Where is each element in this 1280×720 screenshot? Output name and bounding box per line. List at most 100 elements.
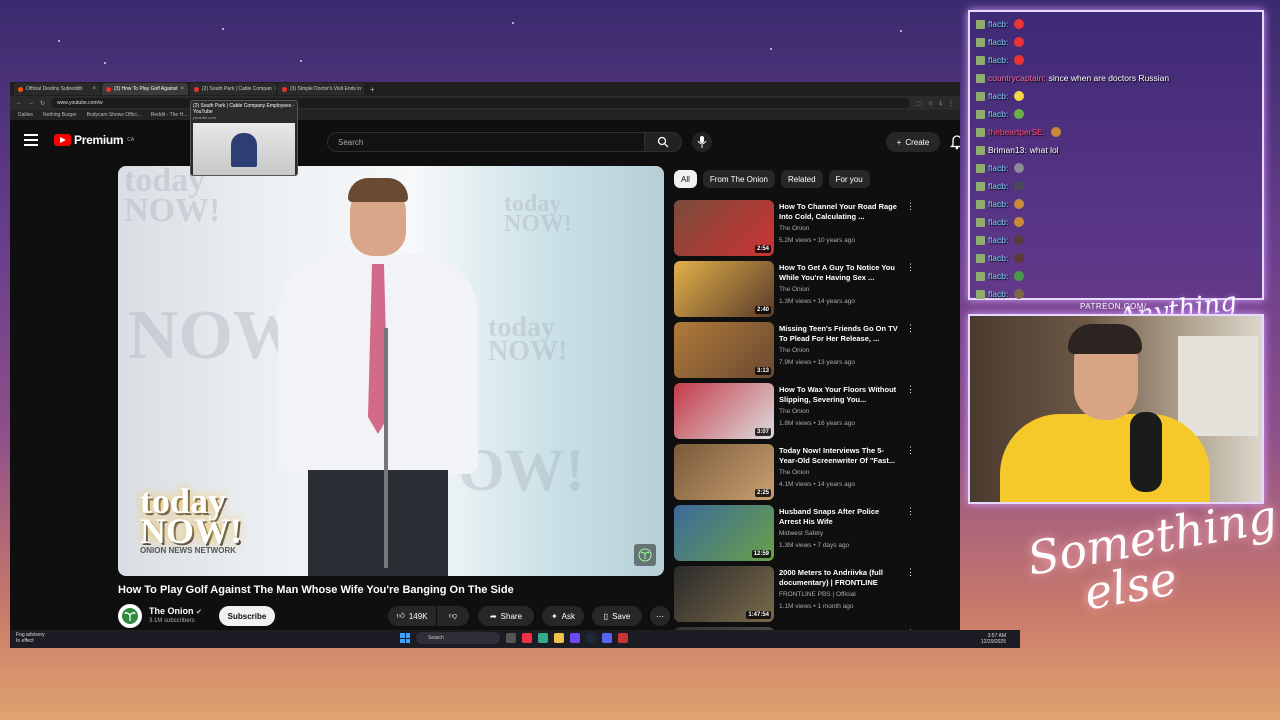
channel-name[interactable]: The Onion: [779, 469, 809, 476]
channel-name[interactable]: FRONTLINE PBS | Official: [779, 591, 856, 598]
bookmark-item[interactable]: Bodycam Shows Offici...: [87, 112, 141, 118]
bookmark-item[interactable]: Nothing Burger: [43, 112, 77, 118]
video-thumbnail[interactable]: 2:25: [674, 444, 774, 500]
notifications-bell-icon[interactable]: [950, 134, 960, 150]
video-title[interactable]: How To Channel Your Road Rage Into Cold,…: [779, 202, 901, 222]
app-icon[interactable]: [602, 633, 612, 643]
back-icon[interactable]: ←: [16, 100, 22, 106]
channel-name[interactable]: The Onion: [779, 408, 809, 415]
close-tab-icon[interactable]: ×: [92, 86, 96, 92]
menu-dots-icon[interactable]: ⋮: [948, 100, 954, 107]
more-options-icon[interactable]: ⋮: [906, 263, 915, 272]
hamburger-menu-icon[interactable]: [24, 134, 38, 146]
close-tab-icon[interactable]: ×: [181, 86, 185, 92]
video-title[interactable]: Husband Snaps After Police Arrest His Wi…: [779, 507, 901, 527]
channel-avatar[interactable]: [118, 604, 142, 628]
reload-icon[interactable]: ↻: [40, 100, 45, 107]
save-button[interactable]: ▯ Save: [592, 606, 642, 626]
chip-related[interactable]: Related: [781, 170, 823, 188]
channel-name[interactable]: The Onion: [779, 347, 809, 354]
recommendation-item[interactable]: 12:59 Husband Snaps After Police Arrest …: [674, 505, 960, 566]
windows-start-icon[interactable]: [400, 633, 410, 643]
folder-app-icon[interactable]: [554, 633, 564, 643]
recommendation-item[interactable]: 3:07 How To Wax Your Floors Without Slip…: [674, 383, 960, 444]
subscribe-button[interactable]: Subscribe: [219, 606, 275, 626]
tab-golf[interactable]: (3) How To Play Golf Against ×: [102, 83, 188, 95]
video-title[interactable]: 2000 Meters to Andriivka (full documenta…: [779, 568, 901, 588]
recommendation-item[interactable]: 2:40 How To Get A Guy To Notice You Whil…: [674, 261, 960, 322]
channel-name[interactable]: The Onion ✔: [149, 606, 202, 616]
video-title[interactable]: How To Get A Guy To Notice You While You…: [779, 263, 901, 283]
chrome-app-icon[interactable]: [538, 633, 548, 643]
ask-button[interactable]: ✦ Ask: [542, 606, 584, 626]
like-button[interactable]: 👍︎ 149K: [388, 606, 436, 626]
recommendation-item[interactable]: 1:47:54 2000 Meters to Andriivka (full d…: [674, 566, 960, 627]
more-options-icon[interactable]: ⋮: [906, 568, 915, 577]
chat-username[interactable]: flacb:: [988, 199, 1008, 209]
star-icon[interactable]: ☆: [928, 100, 933, 107]
video-thumbnail[interactable]: 1:47:54: [674, 566, 774, 622]
search-input[interactable]: Search: [327, 132, 645, 152]
share-button[interactable]: ➦ Share: [478, 606, 534, 626]
browser-app-icon[interactable]: [522, 633, 532, 643]
bookmark-item[interactable]: Dailies: [18, 112, 33, 118]
search-button[interactable]: [644, 132, 682, 152]
chat-username[interactable]: flacb:: [988, 91, 1008, 101]
chip-all[interactable]: All: [674, 170, 697, 188]
extensions-icon[interactable]: ⬚: [916, 100, 922, 107]
channel-name[interactable]: Midwest Safety: [779, 530, 823, 537]
video-thumbnail[interactable]: 3:13: [674, 322, 774, 378]
chat-username[interactable]: flacb:: [988, 55, 1008, 65]
dislike-button[interactable]: 👎︎: [437, 606, 469, 626]
chat-username[interactable]: flacb:: [988, 181, 1008, 191]
create-button[interactable]: + Create: [886, 132, 940, 152]
chat-username[interactable]: flacb:: [988, 19, 1008, 29]
download-icon[interactable]: ⤓: [939, 100, 942, 107]
app-icon[interactable]: [570, 633, 580, 643]
more-options-icon[interactable]: ⋮: [906, 202, 915, 211]
chat-username[interactable]: flacb:: [988, 37, 1008, 47]
forward-icon[interactable]: →: [28, 100, 34, 106]
chat-username[interactable]: flacb:: [988, 289, 1008, 299]
close-tab-icon[interactable]: ×: [275, 86, 276, 92]
chat-username[interactable]: flacb:: [988, 163, 1008, 173]
app-icon[interactable]: [618, 633, 628, 643]
voice-search-button[interactable]: [692, 132, 712, 152]
recommendation-item[interactable]: 3:13 Missing Teen's Friends Go On TV To …: [674, 322, 960, 383]
video-thumbnail[interactable]: 2:40: [674, 261, 774, 317]
chip-from-the-onion[interactable]: From The Onion: [702, 170, 775, 188]
channel-name[interactable]: The Onion: [779, 225, 809, 232]
bookmark-item[interactable]: Reddit - The H...: [151, 112, 188, 118]
video-thumbnail[interactable]: 3:07: [674, 383, 774, 439]
recommendation-item[interactable]: 2:25 Today Now! Interviews The 5-Year-Ol…: [674, 444, 960, 505]
chat-username[interactable]: thebeartperSE:: [988, 127, 1045, 137]
video-player[interactable]: today NOW! today NOW! NOW! today NOW! OW…: [118, 166, 664, 576]
more-options-icon[interactable]: ⋮: [906, 385, 915, 394]
chat-username[interactable]: flacb:: [988, 271, 1008, 281]
video-title[interactable]: Today Now! Interviews The 5-Year-Old Scr…: [779, 446, 901, 466]
tab-south-park[interactable]: (2) South Park | Cable Compan×: [190, 83, 276, 95]
video-thumbnail[interactable]: 12:59: [674, 505, 774, 561]
tab-destiny[interactable]: Official Destiny Subreddit ×: [14, 83, 100, 95]
more-options-icon[interactable]: ⋮: [906, 324, 915, 333]
task-view-icon[interactable]: [506, 633, 516, 643]
video-title[interactable]: Missing Teen's Friends Go On TV To Plead…: [779, 324, 901, 344]
tab-doctor[interactable]: (3) Simple Doctor's Visit Ends in ×: [278, 83, 364, 95]
more-actions-button[interactable]: ⋯: [650, 606, 670, 626]
chat-username[interactable]: flacb:: [988, 253, 1008, 263]
chat-username[interactable]: flacb:: [988, 109, 1008, 119]
more-options-icon[interactable]: ⋮: [906, 507, 915, 516]
youtube-logo[interactable]: Premium CA: [54, 133, 134, 147]
chat-username[interactable]: flacb:: [988, 217, 1008, 227]
video-thumbnail[interactable]: 2:54: [674, 200, 774, 256]
more-options-icon[interactable]: ⋮: [906, 446, 915, 455]
system-clock[interactable]: 3:57 AM 12/29/2025: [981, 633, 1006, 645]
taskbar-search[interactable]: Search: [416, 632, 500, 644]
chat-username[interactable]: countrycaptain:: [988, 73, 1046, 83]
chat-username[interactable]: flacb:: [988, 235, 1008, 245]
chat-username[interactable]: Briman13:: [988, 145, 1027, 155]
weather-widget[interactable]: Fog advisory In effect: [16, 632, 45, 644]
video-title[interactable]: How To Wax Your Floors Without Slipping,…: [779, 385, 901, 405]
new-tab-button[interactable]: +: [366, 85, 379, 94]
channel-name[interactable]: The Onion: [779, 286, 809, 293]
